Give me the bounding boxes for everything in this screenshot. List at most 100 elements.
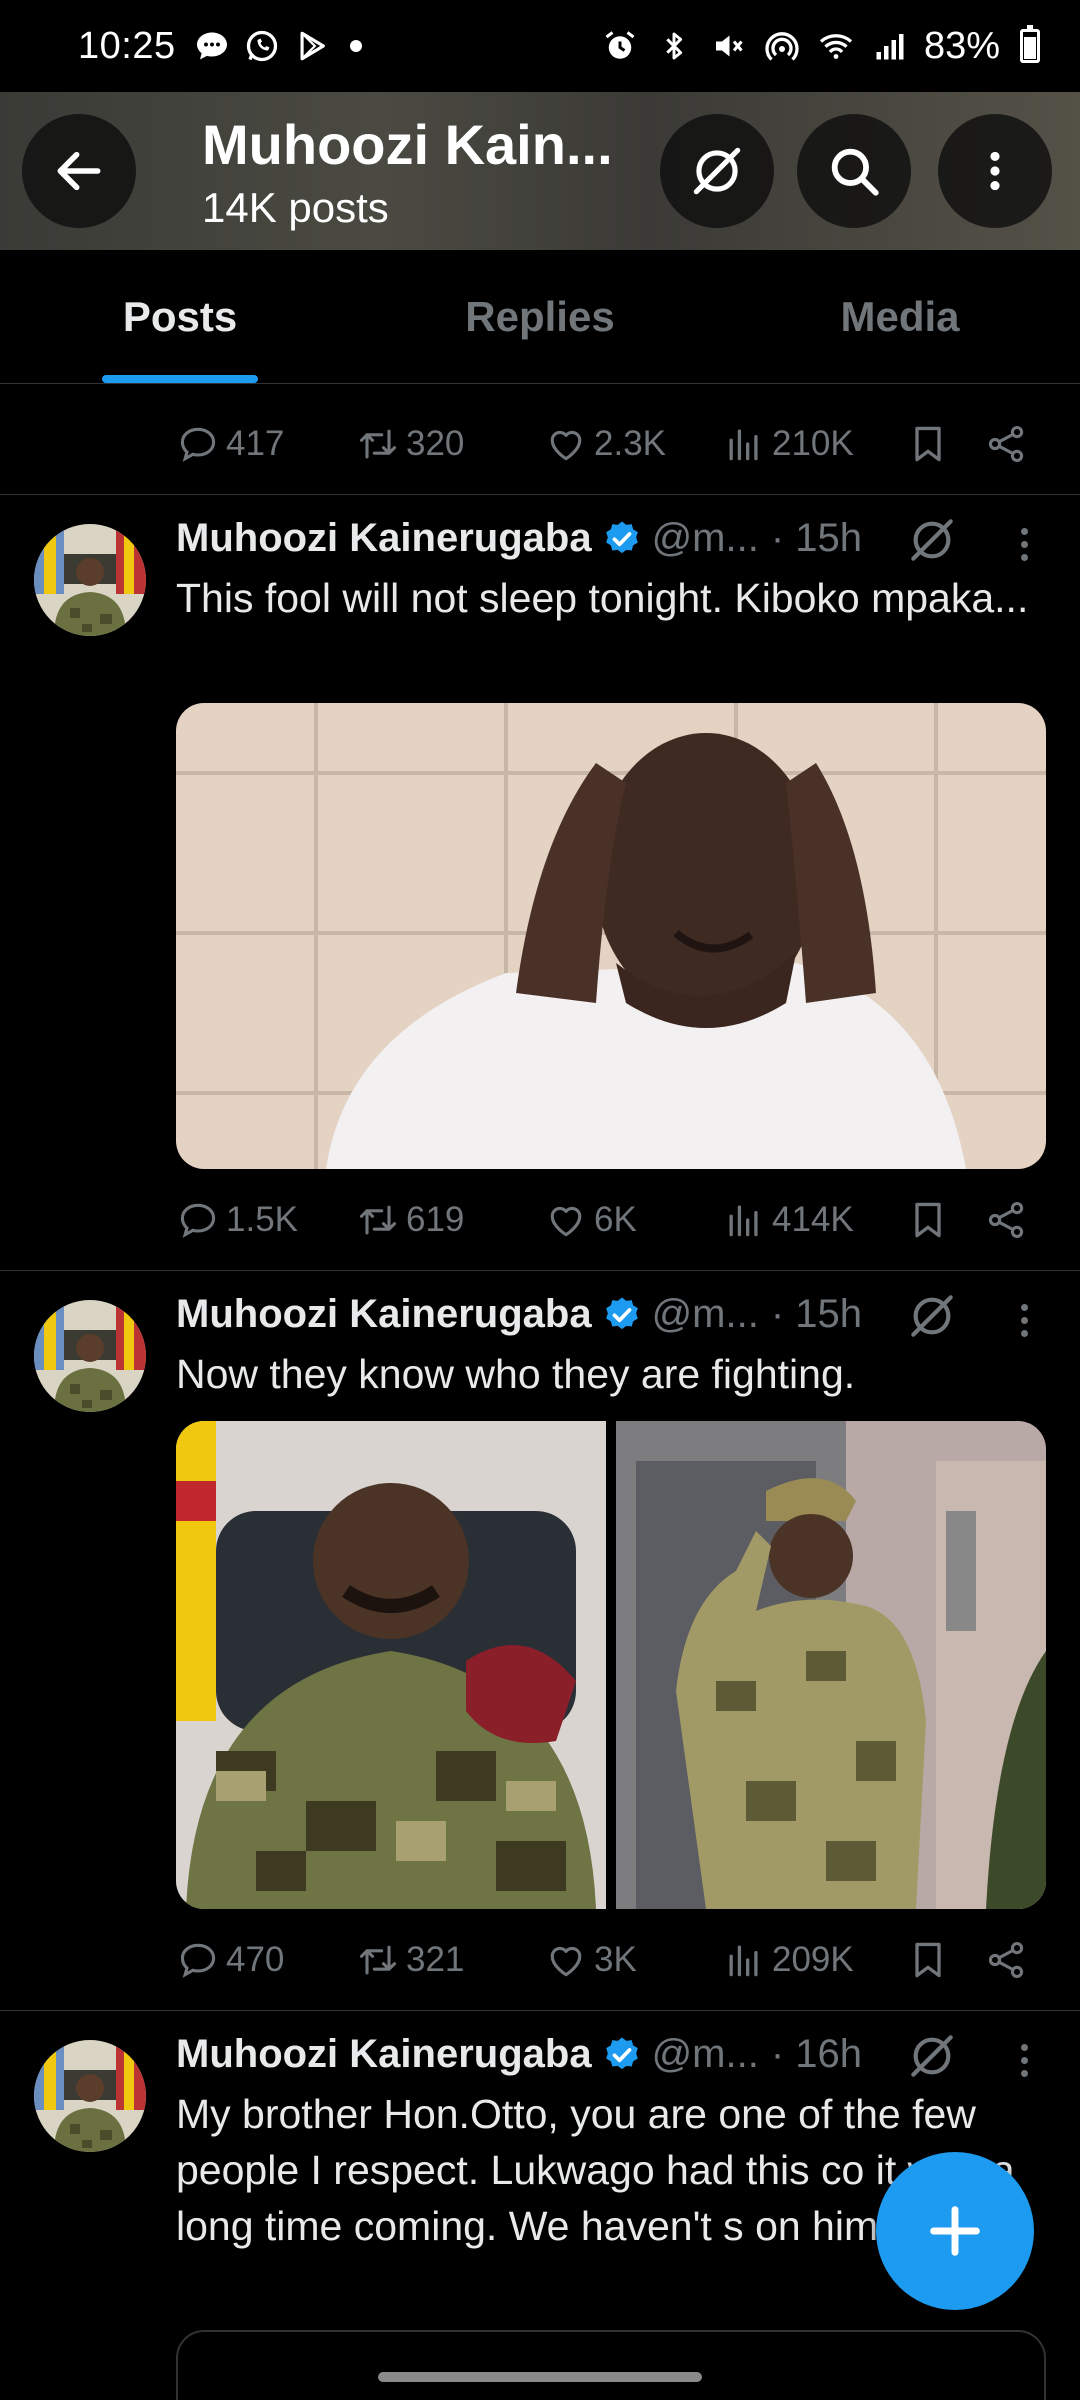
views-button[interactable]: 209K xyxy=(722,1938,854,1982)
author-handle: @m... xyxy=(651,2032,759,2076)
quoted-post-edge xyxy=(176,2330,1046,2400)
notification-dot xyxy=(349,40,362,52)
like-button[interactable]: 6K xyxy=(544,1198,637,1242)
grok-button[interactable] xyxy=(660,114,774,228)
post-time: · 15h xyxy=(770,1292,863,1336)
photo-man-holding-head xyxy=(176,703,1046,1169)
bookmark-icon xyxy=(906,1198,950,1242)
divider xyxy=(0,1270,1080,1271)
search-icon xyxy=(831,148,879,196)
post-more-button[interactable] xyxy=(1010,516,1038,572)
views-button[interactable]: 210K xyxy=(722,422,854,466)
divider xyxy=(0,494,1080,495)
repost-icon xyxy=(356,422,400,466)
repost-button[interactable]: 619 xyxy=(356,1198,464,1242)
repost-icon xyxy=(356,1938,400,1982)
author-handle: @m... xyxy=(651,1292,759,1336)
author-name[interactable]: Muhoozi Kainerugaba xyxy=(176,1292,592,1337)
verified-badge-icon xyxy=(602,1295,642,1335)
share-icon xyxy=(984,1938,1028,1982)
photo-saluting-officer[interactable] xyxy=(616,1421,1046,1909)
author-name[interactable]: Muhoozi Kainerugaba xyxy=(176,2032,592,2077)
like-button[interactable]: 2.3K xyxy=(544,422,666,466)
post-header: Muhoozi Kainerugaba @m... · 15h xyxy=(176,1292,862,1337)
plus-icon xyxy=(930,2206,980,2256)
status-time: 10:25 xyxy=(78,24,176,67)
repost-button[interactable]: 320 xyxy=(356,422,464,466)
play-store-icon xyxy=(292,26,332,66)
more-options-button[interactable] xyxy=(938,114,1052,228)
bookmark-button[interactable] xyxy=(906,1198,950,1242)
alarm-icon xyxy=(600,26,640,66)
mute-icon xyxy=(708,26,748,66)
home-indicator[interactable] xyxy=(378,2372,702,2382)
profile-header: Muhoozi Kain... 14K posts xyxy=(0,92,1080,250)
author-name[interactable]: Muhoozi Kainerugaba xyxy=(176,516,592,561)
avatar[interactable] xyxy=(34,524,146,636)
like-button[interactable]: 3K xyxy=(544,1938,637,1982)
repost-button[interactable]: 321 xyxy=(356,1938,464,1982)
share-icon xyxy=(984,422,1028,466)
reply-button[interactable]: 470 xyxy=(176,1938,284,1982)
post-time: · 16h xyxy=(770,2032,863,2076)
grok-icon[interactable] xyxy=(904,1288,960,1344)
grok-icon[interactable] xyxy=(904,2028,960,2084)
post-image-grid xyxy=(176,1421,1046,1909)
bookmark-button[interactable] xyxy=(906,422,950,466)
share-button[interactable] xyxy=(984,422,1028,466)
reply-icon xyxy=(176,1938,220,1982)
status-bar: 10:25 83% xyxy=(0,0,1080,92)
divider xyxy=(0,2010,1080,2011)
compose-post-button[interactable] xyxy=(876,2152,1034,2310)
bookmark-icon xyxy=(906,1938,950,1982)
tab-posts[interactable]: Posts xyxy=(0,250,360,383)
post-more-button[interactable] xyxy=(1010,1292,1038,1348)
heart-icon xyxy=(544,1938,588,1982)
heart-icon xyxy=(544,1198,588,1242)
avatar[interactable] xyxy=(34,1300,146,1412)
battery-percent: 83% xyxy=(923,24,1000,67)
views-icon xyxy=(722,1938,766,1982)
post-time: · 15h xyxy=(770,516,863,560)
whatsapp-icon xyxy=(242,26,282,66)
author-handle: @m... xyxy=(651,516,759,560)
profile-name: Muhoozi Kain... xyxy=(202,113,613,176)
verified-badge-icon xyxy=(602,2035,642,2075)
battery-icon xyxy=(1020,25,1040,63)
share-button[interactable] xyxy=(984,1938,1028,1982)
views-icon xyxy=(722,1198,766,1242)
tab-media[interactable]: Media xyxy=(720,250,1080,383)
views-button[interactable]: 414K xyxy=(722,1198,854,1242)
vertical-dots-icon xyxy=(990,151,1000,191)
post-image[interactable] xyxy=(176,703,1046,1169)
reply-button[interactable]: 417 xyxy=(176,422,284,466)
post-more-button[interactable] xyxy=(1010,2032,1038,2088)
verified-badge-icon xyxy=(602,519,642,559)
back-button[interactable] xyxy=(22,114,136,228)
signal-icon xyxy=(870,26,910,66)
grok-icon[interactable] xyxy=(904,512,960,568)
hotspot-icon xyxy=(762,26,802,66)
chat-icon xyxy=(192,26,232,66)
grok-icon xyxy=(693,147,741,195)
search-button[interactable] xyxy=(797,114,911,228)
photo-seated-officer[interactable] xyxy=(176,1421,606,1909)
post-text: This fool will not sleep tonight. Kiboko… xyxy=(176,575,1029,621)
arrow-left-icon xyxy=(57,151,101,191)
tab-replies[interactable]: Replies xyxy=(360,250,720,383)
post-text: Now they know who they are fighting. xyxy=(176,1351,856,1397)
post-actions: 1.5K 619 6K 414K xyxy=(176,1186,1036,1256)
reply-icon xyxy=(176,1198,220,1242)
post-header: Muhoozi Kainerugaba @m... · 15h xyxy=(176,516,862,561)
share-button[interactable] xyxy=(984,1198,1028,1242)
profile-tabs: Posts Replies Media xyxy=(0,250,1080,384)
wifi-icon xyxy=(816,26,856,66)
bookmark-button[interactable] xyxy=(906,1938,950,1982)
share-icon xyxy=(984,1198,1028,1242)
repost-icon xyxy=(356,1198,400,1242)
post-count: 14K posts xyxy=(202,184,389,231)
reply-button[interactable]: 1.5K xyxy=(176,1198,298,1242)
bookmark-icon xyxy=(906,422,950,466)
avatar[interactable] xyxy=(34,2040,146,2152)
post-header: Muhoozi Kainerugaba @m... · 16h xyxy=(176,2032,862,2077)
